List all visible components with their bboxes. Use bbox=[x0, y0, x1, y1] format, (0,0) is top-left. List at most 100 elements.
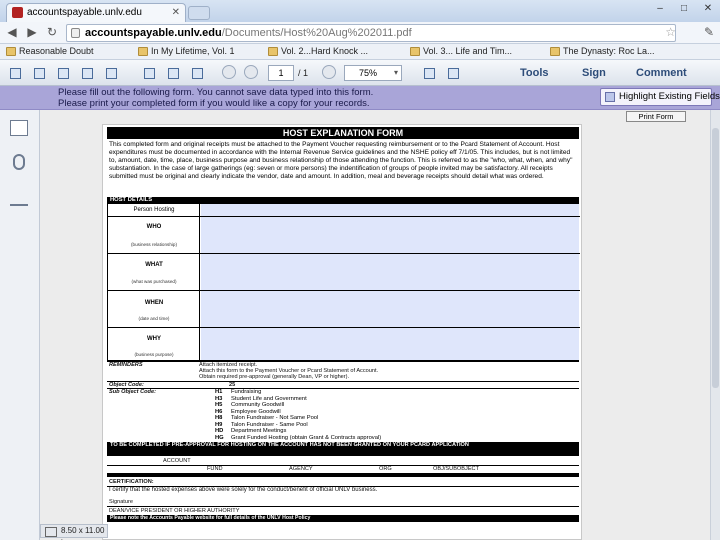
url-path: /Documents/Host%20Aug%202011.pdf bbox=[221, 27, 412, 39]
read-mode-icon[interactable] bbox=[444, 64, 462, 82]
address-bar-row: ◀ ▶ ↻ accountspayable.unlv.edu/Documents… bbox=[0, 22, 720, 44]
tab-strip: accountspayable.unlv.edu ✕ – □ ✕ bbox=[0, 0, 720, 22]
reminder-item: Obtain required pre-approval (generally … bbox=[199, 374, 350, 380]
back-icon[interactable]: ◀ bbox=[4, 25, 20, 41]
browser-window: accountspayable.unlv.edu ✕ – □ ✕ ◀ ▶ ↻ a… bbox=[0, 0, 720, 540]
zoom-select[interactable]: 75% bbox=[344, 65, 402, 81]
notice-line-2: Please print your completed form if you … bbox=[58, 98, 370, 109]
sub-object-code-row: H9 Talon Fundraiser - Same Pool bbox=[215, 421, 308, 428]
bookmark-item[interactable]: The Dynasty: Roc La... bbox=[550, 45, 655, 58]
when-field[interactable] bbox=[201, 291, 579, 327]
signatures-icon[interactable] bbox=[10, 190, 28, 206]
sub-object-code-label: Sub Object Code: bbox=[109, 389, 156, 395]
select-tool-icon[interactable] bbox=[164, 64, 182, 82]
highlight-icon bbox=[605, 92, 615, 102]
tools-pane-button[interactable]: Tools bbox=[520, 67, 549, 79]
signature-label: Signature bbox=[109, 499, 133, 505]
zoom-out-icon[interactable] bbox=[322, 65, 336, 79]
close-window-icon[interactable]: ✕ bbox=[696, 2, 720, 18]
account-col-fund: FUND bbox=[207, 466, 223, 472]
bookmark-folder-icon bbox=[410, 47, 420, 56]
bookmark-folder-icon bbox=[6, 47, 16, 56]
minimize-icon[interactable]: – bbox=[648, 2, 672, 18]
section-divider bbox=[107, 381, 579, 382]
reload-icon[interactable]: ↻ bbox=[44, 25, 60, 41]
footer-bar: Please note the Accounts Payable website… bbox=[107, 515, 579, 522]
sub-object-code-row: H5 Community Goodwill bbox=[215, 402, 285, 408]
scrollbar-thumb[interactable] bbox=[712, 128, 719, 388]
bookmark-folder-icon bbox=[550, 47, 560, 56]
certification-text: I certify that the hosted expenses above… bbox=[109, 487, 378, 493]
certification-header: CERTIFICATION: bbox=[109, 479, 154, 485]
open-icon[interactable] bbox=[30, 64, 48, 82]
approval-header: TO BE COMPLETED IF PRE-APPROVAL FOR HOST… bbox=[107, 442, 579, 456]
why-label: WHY bbox=[147, 336, 161, 342]
tab-title: accountspayable.unlv.edu bbox=[27, 7, 142, 18]
bookmark-item[interactable]: Reasonable Doubt bbox=[6, 45, 94, 58]
pdf-page: HOST EXPLANATION FORM This completed for… bbox=[102, 124, 582, 540]
pdf-favicon-icon bbox=[12, 7, 23, 18]
next-page-icon[interactable] bbox=[244, 65, 258, 79]
navigation-pane bbox=[0, 110, 40, 540]
wrench-menu-icon[interactable]: ✎ bbox=[704, 25, 714, 39]
section-divider bbox=[107, 361, 579, 362]
forward-icon[interactable]: ▶ bbox=[24, 25, 40, 41]
comment-pane-button[interactable]: Comment bbox=[636, 67, 687, 79]
highlight-fields-button[interactable]: Highlight Existing Fields bbox=[600, 88, 720, 106]
maximize-icon[interactable]: □ bbox=[672, 2, 696, 18]
bookmark-item[interactable]: Vol. 3... Life and Tim... bbox=[410, 45, 512, 58]
attachments-icon[interactable] bbox=[13, 154, 25, 170]
save-icon[interactable] bbox=[54, 64, 72, 82]
section-divider bbox=[107, 388, 579, 389]
sub-object-code-row: H3 Student Life and Government bbox=[215, 395, 307, 402]
page-number-input[interactable]: 1 bbox=[268, 65, 294, 81]
what-sublabel: (what was purchased) bbox=[131, 279, 177, 284]
bookmark-star-icon[interactable]: ☆ bbox=[665, 25, 676, 39]
page-thumbnails-icon[interactable] bbox=[10, 120, 28, 136]
page-icon bbox=[71, 28, 80, 38]
form-title: HOST EXPLANATION FORM bbox=[107, 127, 579, 139]
hand-tool-icon[interactable] bbox=[140, 64, 158, 82]
browser-tab[interactable]: accountspayable.unlv.edu ✕ bbox=[6, 3, 186, 22]
bookmark-item[interactable]: Vol. 2...Hard Knock ... bbox=[268, 45, 368, 58]
reminders-label: REMINDERS bbox=[109, 362, 143, 368]
who-field[interactable] bbox=[201, 217, 579, 253]
person-hosting-label: Person Hosting bbox=[133, 207, 175, 213]
form-notice-bar: Please fill out the following form. You … bbox=[0, 86, 720, 110]
sub-object-code-row: H6 Employee Goodwill bbox=[215, 408, 281, 415]
account-col-org: ORG bbox=[379, 466, 392, 472]
notice-line-1: Please fill out the following form. You … bbox=[58, 87, 374, 98]
new-tab-button[interactable] bbox=[188, 6, 210, 20]
url-host: accountspayable.unlv.edu bbox=[85, 27, 222, 39]
account-divider-bar bbox=[107, 473, 579, 477]
sub-object-code-row: H1 Fundraising bbox=[215, 389, 262, 395]
previous-page-icon[interactable] bbox=[222, 65, 236, 79]
why-field[interactable] bbox=[201, 328, 579, 360]
dean-label: DEAN/VICE PRESIDENT OR HIGHER AUTHORITY bbox=[109, 508, 240, 514]
close-tab-icon[interactable]: ✕ bbox=[172, 4, 180, 21]
comment-icon[interactable] bbox=[188, 64, 206, 82]
who-label: WHO bbox=[146, 224, 162, 230]
bookmark-item[interactable]: In My Lifetime, Vol. 1 bbox=[138, 45, 235, 58]
address-bar[interactable]: accountspayable.unlv.edu/Documents/Host%… bbox=[66, 24, 676, 42]
print-form-button[interactable]: Print Form bbox=[626, 111, 686, 122]
why-sublabel: (business purpose) bbox=[134, 352, 174, 357]
host-details-grid: Person Hosting WHO (business relationshi… bbox=[107, 203, 580, 361]
bookmarks-bar: Reasonable Doubt In My Lifetime, Vol. 1 … bbox=[0, 44, 720, 60]
document-area: Print Form HOST EXPLANATION FORM This co… bbox=[40, 110, 710, 540]
create-icon[interactable] bbox=[6, 64, 24, 82]
signature-line bbox=[107, 506, 579, 507]
what-field[interactable] bbox=[201, 254, 579, 290]
print-icon[interactable] bbox=[78, 64, 96, 82]
when-sublabel: (date and time) bbox=[138, 316, 170, 321]
page-count: / 1 bbox=[298, 68, 309, 78]
pdf-toolbar: 1 / 1 75% Tools Sign Comment bbox=[0, 60, 720, 86]
sign-pane-button[interactable]: Sign bbox=[582, 67, 606, 79]
who-sublabel: (business relationship) bbox=[131, 242, 177, 247]
vertical-scrollbar[interactable] bbox=[710, 110, 720, 540]
fit-page-icon[interactable] bbox=[420, 64, 438, 82]
form-intro-text: This completed form and original receipt… bbox=[109, 141, 573, 180]
page-size-status: 8.50 x 11.00 in bbox=[40, 524, 108, 540]
person-hosting-field[interactable] bbox=[201, 204, 579, 216]
email-icon[interactable] bbox=[102, 64, 120, 82]
